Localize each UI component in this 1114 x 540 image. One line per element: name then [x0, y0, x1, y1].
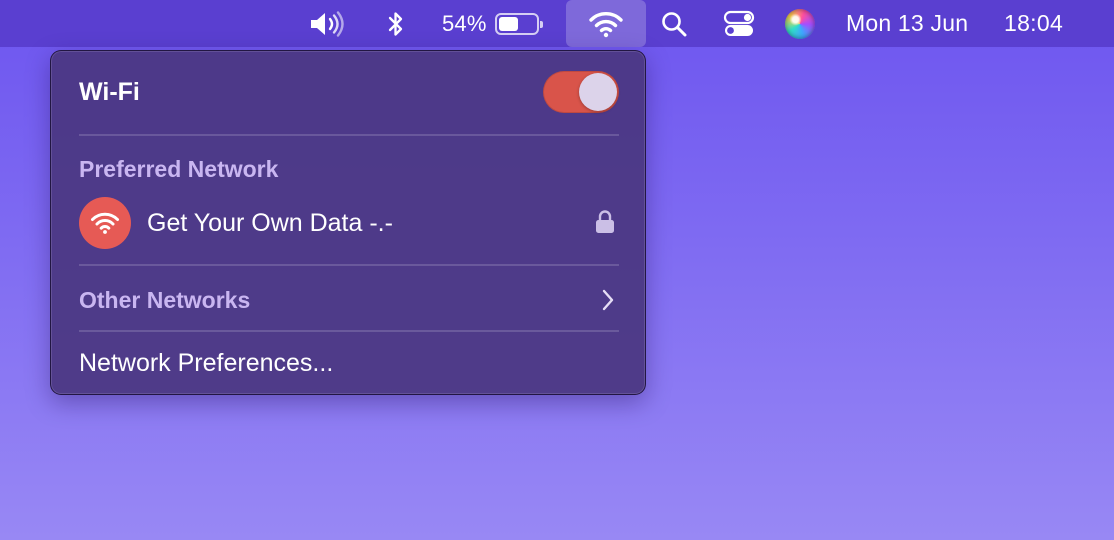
control-center-menu-item[interactable] [720, 0, 758, 47]
other-networks-item[interactable]: Other Networks [71, 277, 627, 323]
bluetooth-icon [388, 11, 403, 36]
siri-menu-item[interactable] [782, 0, 818, 47]
menubar-date[interactable]: Mon 13 Jun [846, 0, 996, 47]
spotlight-menu-item[interactable] [658, 0, 690, 47]
wifi-dropdown-menu: Wi-Fi Preferred Network Get Your Own Dat… [50, 50, 646, 395]
divider [79, 264, 619, 266]
preferred-network-heading: Preferred Network [79, 156, 279, 182]
network-name: Get Your Own Data -.- [147, 209, 393, 237]
preferred-network-item[interactable]: Get Your Own Data -.- [71, 191, 627, 253]
battery-percentage: 54% [442, 10, 487, 36]
wifi-icon [589, 11, 623, 37]
network-wifi-badge [79, 197, 131, 249]
network-preferences-label: Network Preferences... [79, 349, 334, 377]
spotlight-search-icon [662, 11, 687, 36]
wifi-icon [91, 212, 119, 234]
battery-terminal [539, 20, 543, 28]
menubar-time[interactable]: 18:04 [1004, 0, 1080, 47]
siri-icon [785, 8, 815, 39]
bluetooth-menu-item[interactable] [380, 0, 412, 47]
wifi-menu-item[interactable] [566, 0, 646, 47]
lock-icon [596, 210, 614, 233]
battery-icon [494, 12, 543, 35]
network-preferences-item[interactable]: Network Preferences... [71, 339, 627, 385]
wifi-menu-title: Wi-Fi [79, 78, 140, 106]
speaker-volume-icon [311, 10, 344, 37]
battery-menu-item[interactable]: 54% [442, 0, 554, 47]
wifi-toggle-switch[interactable] [543, 71, 619, 113]
control-center-icon [723, 10, 755, 36]
chevron-right-icon [602, 289, 614, 311]
divider [79, 330, 619, 332]
other-networks-label: Other Networks [79, 287, 251, 313]
battery-level-fill [498, 16, 519, 31]
divider [79, 134, 619, 136]
volume-menu-item[interactable] [306, 0, 348, 47]
menu-bar: 54% Mon 13 Jun 18:04 [0, 0, 1114, 47]
toggle-knob [579, 73, 617, 111]
